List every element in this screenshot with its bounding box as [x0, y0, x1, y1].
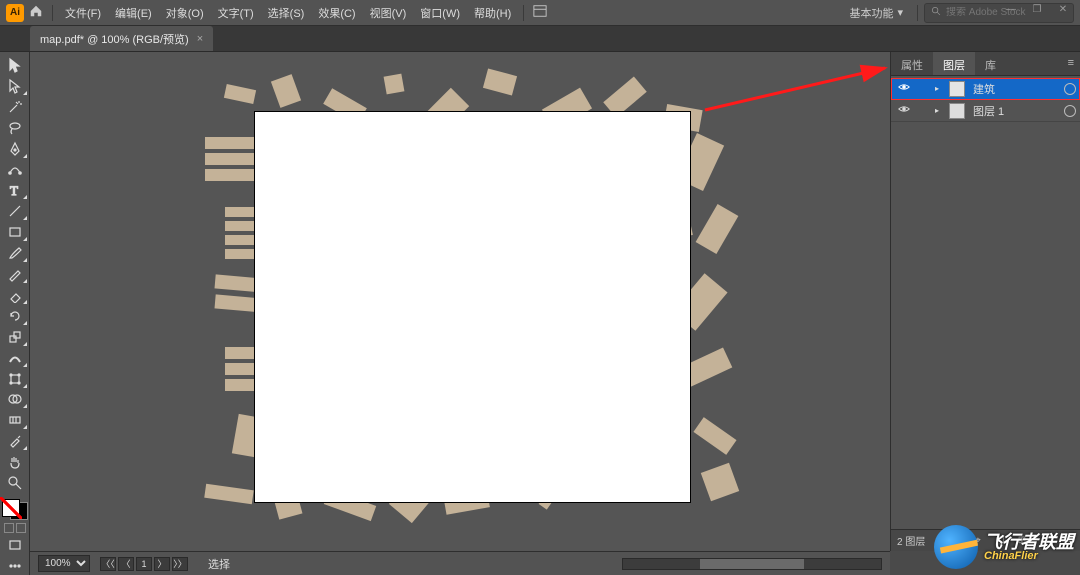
- menu-view[interactable]: 视图(V): [364, 5, 413, 21]
- watermark-text-cn: 飞行者联盟: [984, 533, 1074, 551]
- expand-toggle[interactable]: ▸: [935, 106, 945, 115]
- tools-panel: T: [0, 52, 30, 575]
- eraser-tool[interactable]: [3, 286, 27, 304]
- type-tool[interactable]: T: [3, 181, 27, 199]
- artboard: [255, 112, 690, 502]
- layers-list: ▸ 建筑 ▸ 图层 1: [891, 76, 1080, 124]
- artboard-nav: 〈〈 〈 1 〉 〉〉: [100, 557, 188, 571]
- workspace-switcher[interactable]: 基本功能 ▾: [841, 3, 911, 23]
- layer-row[interactable]: ▸ 建筑: [891, 78, 1080, 100]
- pen-tool[interactable]: [3, 140, 27, 158]
- shape-builder-tool[interactable]: [3, 391, 27, 409]
- menu-select[interactable]: 选择(S): [262, 5, 311, 21]
- document-tab-bar: map.pdf* @ 100% (RGB/预览) ×: [0, 26, 1080, 52]
- workspace-label: 基本功能: [849, 5, 893, 21]
- tab-close-button[interactable]: ×: [197, 33, 203, 45]
- menu-type[interactable]: 文字(T): [212, 5, 260, 21]
- visibility-toggle[interactable]: [895, 80, 913, 97]
- target-icon[interactable]: [1064, 105, 1076, 117]
- horizontal-scrollbar[interactable]: [622, 558, 882, 570]
- scale-tool[interactable]: [3, 328, 27, 346]
- search-icon: [931, 6, 942, 20]
- fill-stroke-swatch[interactable]: [2, 499, 28, 520]
- free-transform-tool[interactable]: [3, 370, 27, 388]
- gradient-tool[interactable]: [3, 411, 27, 429]
- hand-tool[interactable]: [3, 453, 27, 471]
- artboard-index[interactable]: 1: [136, 557, 152, 571]
- home-button[interactable]: [26, 4, 46, 21]
- layer-row[interactable]: ▸ 图层 1: [891, 100, 1080, 122]
- zoom-select[interactable]: 100%: [38, 555, 90, 572]
- panel-tab-properties[interactable]: 属性: [891, 52, 933, 75]
- layer-name[interactable]: 建筑: [969, 81, 1060, 97]
- separator: [917, 5, 918, 21]
- menu-object[interactable]: 对象(O): [160, 5, 210, 21]
- rectangle-tool[interactable]: [3, 223, 27, 241]
- status-bar: 100% 〈〈 〈 1 〉 〉〉 选择: [30, 551, 890, 575]
- window-controls: — ❐ ✕: [994, 0, 1080, 18]
- svg-text:T: T: [10, 183, 18, 198]
- layer-thumbnail: [949, 81, 965, 97]
- eyedropper-tool[interactable]: [3, 432, 27, 450]
- layer-thumbnail: [949, 103, 965, 119]
- selection-tool[interactable]: [3, 56, 27, 74]
- panel-tabs: 属性 图层 库 ≡: [891, 52, 1080, 76]
- layer-count: 2 图层: [897, 533, 925, 548]
- pencil-tool[interactable]: [3, 265, 27, 283]
- panel-tab-layers[interactable]: 图层: [933, 52, 975, 75]
- watermark-text-en: ChinaFlier: [984, 551, 1074, 562]
- paintbrush-tool[interactable]: [3, 244, 27, 262]
- menu-effect[interactable]: 效果(C): [312, 5, 361, 21]
- watermark: 飞行者联盟 ChinaFlier: [934, 525, 1074, 569]
- next-artboard[interactable]: 〉: [154, 557, 170, 571]
- right-panels: 属性 图层 库 ≡ ▸ 建筑 ▸ 图层 1 2 图层 ⌖: [890, 52, 1080, 551]
- window-maximize[interactable]: ❐: [1028, 4, 1046, 15]
- menu-file[interactable]: 文件(F): [59, 5, 107, 21]
- zoom-control[interactable]: 100%: [38, 555, 90, 572]
- panel-tab-libraries[interactable]: 库: [975, 52, 1006, 75]
- menu-help[interactable]: 帮助(H): [468, 5, 517, 21]
- window-close[interactable]: ✕: [1054, 4, 1072, 15]
- app-logo: Ai: [6, 4, 24, 22]
- panel-menu-button[interactable]: ≡: [1062, 52, 1080, 75]
- width-tool[interactable]: [3, 349, 27, 367]
- status-mode: 选择: [198, 556, 230, 572]
- lasso-tool[interactable]: [3, 119, 27, 137]
- curvature-tool[interactable]: [3, 161, 27, 179]
- watermark-logo: [934, 525, 978, 569]
- expand-toggle[interactable]: ▸: [935, 84, 945, 93]
- document-tab[interactable]: map.pdf* @ 100% (RGB/预览) ×: [30, 26, 213, 51]
- direct-selection-tool[interactable]: [3, 77, 27, 95]
- menu-edit[interactable]: 编辑(E): [109, 5, 158, 21]
- menu-window[interactable]: 窗口(W): [414, 5, 466, 21]
- fill-color[interactable]: [2, 499, 20, 517]
- screen-mode[interactable]: [3, 536, 27, 554]
- menu-bar: Ai 文件(F) 编辑(E) 对象(O) 文字(T) 选择(S) 效果(C) 视…: [0, 0, 1080, 26]
- document-tab-title: map.pdf* @ 100% (RGB/预览): [40, 31, 189, 47]
- magic-wand-tool[interactable]: [3, 98, 27, 116]
- chevron-down-icon: ▾: [897, 6, 903, 19]
- target-icon[interactable]: [1064, 83, 1076, 95]
- prev-artboard[interactable]: 〈: [118, 557, 134, 571]
- line-tool[interactable]: [3, 202, 27, 220]
- layer-name[interactable]: 图层 1: [969, 103, 1060, 119]
- color-mode-toggles[interactable]: [3, 523, 27, 533]
- separator: [523, 5, 524, 21]
- arrange-docs-button[interactable]: [530, 4, 550, 21]
- window-minimize[interactable]: —: [1002, 4, 1020, 15]
- separator: [52, 5, 53, 21]
- last-artboard[interactable]: 〉〉: [172, 557, 188, 571]
- visibility-toggle[interactable]: [895, 102, 913, 119]
- first-artboard[interactable]: 〈〈: [100, 557, 116, 571]
- rotate-tool[interactable]: [3, 307, 27, 325]
- edit-toolbar[interactable]: [3, 557, 27, 575]
- zoom-tool[interactable]: [3, 474, 27, 492]
- canvas-area[interactable]: [30, 52, 890, 551]
